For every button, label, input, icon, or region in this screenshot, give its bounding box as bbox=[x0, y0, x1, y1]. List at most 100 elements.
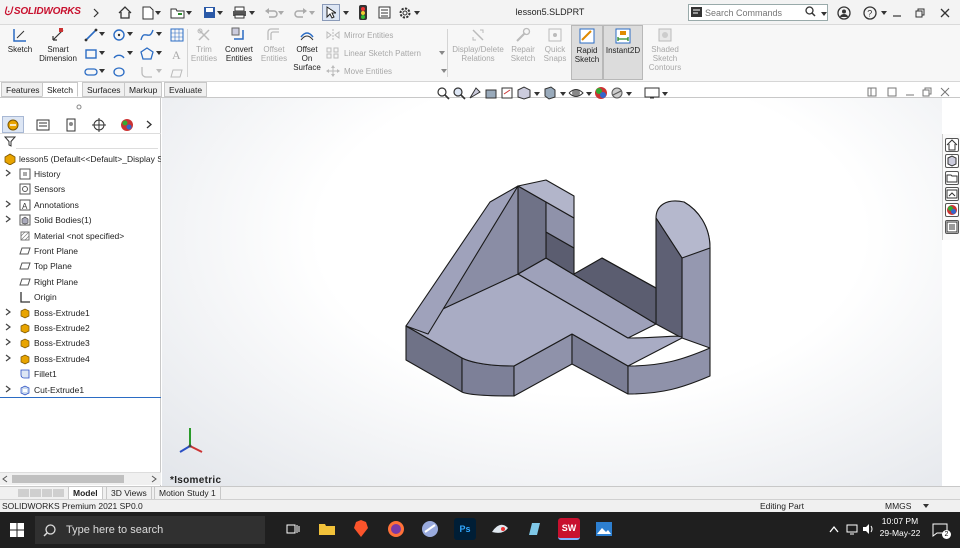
view-palette-icon[interactable] bbox=[945, 187, 959, 201]
show-hidden-icons-icon[interactable] bbox=[829, 525, 839, 533]
open-folder-icon[interactable] bbox=[169, 5, 185, 20]
tree-item-top-plane[interactable]: Top Plane bbox=[0, 259, 161, 274]
custom-properties-icon[interactable] bbox=[945, 220, 959, 234]
shaded-sketch-contours-button[interactable]: Shaded Sketch Contours bbox=[646, 27, 684, 72]
new-dropdown-icon[interactable] bbox=[154, 5, 162, 20]
tab-scroll-arrows[interactable] bbox=[18, 489, 64, 497]
arc-icon[interactable] bbox=[112, 47, 126, 61]
windows-start-icon[interactable] bbox=[10, 523, 24, 537]
viewport-close-icon[interactable] bbox=[940, 87, 950, 97]
taskbar-clock[interactable]: 10:07 PM 29-May-22 bbox=[874, 515, 926, 539]
file-explorer-taskbar-icon[interactable] bbox=[316, 518, 338, 540]
quick-snaps-button[interactable]: Quick Snaps bbox=[540, 27, 570, 63]
expand-arrow-icon[interactable] bbox=[3, 338, 13, 348]
search-dropdown-icon[interactable] bbox=[821, 8, 827, 18]
sketch-text-grid-icon[interactable] bbox=[170, 28, 184, 42]
tree-item-cut-extrude1[interactable]: Cut-Extrude1 bbox=[0, 382, 161, 397]
tree-root[interactable]: lesson5 (Default<<Default>_Display S bbox=[0, 151, 161, 166]
viewport-split-icon[interactable] bbox=[887, 87, 897, 97]
rapid-sketch-button[interactable]: Rapid Sketch bbox=[571, 25, 603, 80]
display-manager-icon[interactable] bbox=[116, 116, 138, 133]
paint-3d-icon[interactable] bbox=[489, 518, 511, 540]
save-icon[interactable] bbox=[201, 5, 217, 20]
taskbar-search-box[interactable]: Type here to search bbox=[35, 516, 265, 544]
sketch-button[interactable]: Sketch bbox=[4, 27, 36, 54]
tree-item-boss-extrude1[interactable]: Boss-Extrude1 bbox=[0, 305, 161, 320]
redo-icon[interactable] bbox=[293, 5, 309, 20]
solidworks-logo[interactable]: ⨃ SOLIDWORKS bbox=[4, 6, 81, 17]
view-orientation-dropdown-icon[interactable] bbox=[534, 86, 540, 100]
view-orientation-icon[interactable] bbox=[516, 86, 532, 100]
scroll-left-icon[interactable] bbox=[2, 475, 8, 483]
circle-dropdown-icon[interactable] bbox=[127, 32, 133, 36]
tab-first-arrow[interactable] bbox=[18, 489, 29, 497]
part-model-isometric[interactable] bbox=[162, 98, 942, 486]
polygon-icon[interactable] bbox=[140, 47, 154, 61]
viewport-tile-icon[interactable] bbox=[867, 87, 877, 97]
rectangle-icon[interactable] bbox=[84, 47, 98, 61]
linear-sketch-pattern-button[interactable]: Linear Sketch Pattern bbox=[326, 47, 445, 59]
tree-horizontal-scrollbar[interactable] bbox=[0, 472, 161, 485]
undo-dropdown-icon[interactable] bbox=[277, 5, 285, 20]
feature-manager-tree-icon[interactable] bbox=[2, 116, 24, 133]
mirror-entities-button[interactable]: Mirror Entities bbox=[326, 29, 393, 41]
viewport-minimize-icon[interactable] bbox=[905, 87, 915, 97]
solidworks-taskbar-icon[interactable]: SW bbox=[558, 518, 580, 540]
task-view-icon[interactable] bbox=[282, 518, 304, 540]
slot-icon[interactable] bbox=[84, 66, 98, 78]
edit-appearance-icon[interactable] bbox=[594, 86, 608, 100]
volume-icon[interactable] bbox=[862, 523, 874, 535]
line-icon[interactable] bbox=[84, 28, 98, 42]
hide-show-items-icon[interactable] bbox=[568, 86, 584, 100]
tab-evaluate[interactable]: Evaluate bbox=[164, 82, 208, 97]
tab-prev-arrow[interactable] bbox=[29, 489, 41, 497]
options-dropdown-icon[interactable] bbox=[413, 5, 421, 20]
scroll-right-icon[interactable] bbox=[151, 475, 157, 483]
print-icon[interactable] bbox=[231, 5, 247, 20]
offset-entities-button[interactable]: Offset Entities bbox=[258, 27, 290, 63]
graphics-viewport[interactable] bbox=[162, 98, 942, 486]
polygon-dropdown-icon[interactable] bbox=[156, 51, 162, 55]
tree-item-right-plane[interactable]: Right Plane bbox=[0, 274, 161, 289]
tree-item-origin[interactable]: Origin bbox=[0, 290, 161, 305]
instant2d-button[interactable]: Instant2D bbox=[603, 25, 643, 80]
display-style-dropdown-icon[interactable] bbox=[560, 86, 566, 100]
photos-app-icon[interactable] bbox=[593, 518, 615, 540]
dynamic-annotation-views-icon[interactable] bbox=[500, 86, 514, 100]
zoom-to-fit-icon[interactable] bbox=[436, 86, 450, 100]
select-arrow-icon[interactable] bbox=[322, 4, 340, 21]
section-view-icon[interactable] bbox=[484, 86, 498, 100]
restore-window-icon[interactable] bbox=[912, 5, 928, 20]
expand-arrow-icon[interactable] bbox=[3, 385, 13, 395]
options-gear-icon[interactable] bbox=[397, 5, 413, 20]
notes-app-icon[interactable] bbox=[523, 518, 545, 540]
search-commands-input[interactable] bbox=[705, 7, 805, 18]
viewport-restore-icon[interactable] bbox=[922, 87, 932, 97]
view-settings-dropdown-icon[interactable] bbox=[662, 86, 668, 100]
open-dropdown-icon[interactable] bbox=[185, 5, 193, 20]
trim-entities-button[interactable]: Trim Entities bbox=[189, 27, 219, 63]
tab-features[interactable]: Features bbox=[1, 82, 45, 97]
tab-model[interactable]: Model bbox=[68, 487, 103, 499]
save-dropdown-icon[interactable] bbox=[216, 5, 224, 20]
display-delete-relations-button[interactable]: Display/Delete Relations bbox=[450, 27, 506, 63]
select-dropdown-icon[interactable] bbox=[342, 5, 350, 20]
expand-arrow-icon[interactable] bbox=[3, 323, 13, 333]
hide-show-dropdown-icon[interactable] bbox=[586, 86, 592, 100]
help-dropdown-icon[interactable] bbox=[880, 5, 888, 20]
redo-dropdown-icon[interactable] bbox=[308, 5, 316, 20]
zoom-to-area-icon[interactable] bbox=[452, 86, 466, 100]
dimxpert-manager-icon[interactable] bbox=[88, 116, 110, 133]
tree-item-boss-extrude3[interactable]: Boss-Extrude3 bbox=[0, 336, 161, 351]
home-icon[interactable] bbox=[117, 5, 133, 20]
tree-item-fillet1[interactable]: Fillet1 bbox=[0, 367, 161, 382]
print-dropdown-icon[interactable] bbox=[248, 5, 256, 20]
rectangle-dropdown-icon[interactable] bbox=[99, 51, 105, 55]
panel-tabs-next-icon[interactable] bbox=[142, 116, 156, 133]
move-entities-button[interactable]: Move Entities bbox=[326, 65, 448, 77]
user-account-icon[interactable] bbox=[836, 5, 852, 20]
appearances-scenes-icon[interactable] bbox=[945, 203, 959, 217]
tab-markup[interactable]: Markup bbox=[124, 82, 163, 97]
expand-arrow-icon[interactable] bbox=[3, 354, 13, 364]
scene-dropdown-icon[interactable] bbox=[626, 86, 632, 100]
